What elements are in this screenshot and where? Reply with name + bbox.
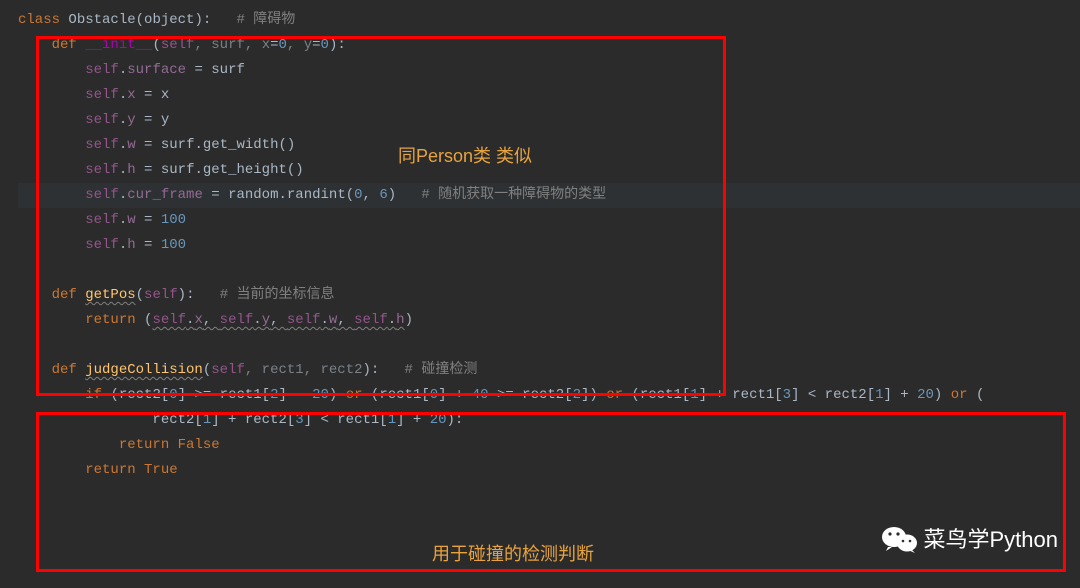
wechat-icon — [882, 525, 918, 555]
code-line: if (rect2[0] >= rect1[2] - 20) or (rect1… — [18, 383, 1080, 408]
code-line: def getPos(self): # 当前的坐标信息 — [18, 283, 1080, 308]
code-line-empty — [18, 333, 1080, 358]
code-line-empty — [18, 258, 1080, 283]
code-line: self.w = surf.get_width() — [18, 133, 1080, 158]
watermark: 菜鸟学Python — [882, 520, 1059, 560]
code-line: class Obstacle(object): # 障碍物 — [18, 8, 1080, 33]
code-line: return (self.x, self.y, self.w, self.h) — [18, 308, 1080, 333]
code-line: def __init__(self, surf, x=0, y=0): — [18, 33, 1080, 58]
code-line-highlighted: self.cur_frame = random.randint(0, 6) # … — [18, 183, 1080, 208]
watermark-text: 菜鸟学Python — [924, 520, 1059, 560]
code-line: self.y = y — [18, 108, 1080, 133]
code-line: self.h = 100 — [18, 233, 1080, 258]
code-line: return True — [18, 458, 1080, 483]
code-line: self.w = 100 — [18, 208, 1080, 233]
code-line: def judgeCollision(self, rect1, rect2): … — [18, 358, 1080, 383]
code-line: self.h = surf.get_height() — [18, 158, 1080, 183]
code-line: self.surface = surf — [18, 58, 1080, 83]
code-editor[interactable]: class Obstacle(object): # 障碍物 def __init… — [0, 8, 1080, 483]
code-line: rect2[1] + rect2[3] < rect1[1] + 20): — [18, 408, 1080, 433]
annotation-text-2: 用于碰撞的检测判断 — [432, 538, 594, 570]
code-line: self.x = x — [18, 83, 1080, 108]
code-line: return False — [18, 433, 1080, 458]
